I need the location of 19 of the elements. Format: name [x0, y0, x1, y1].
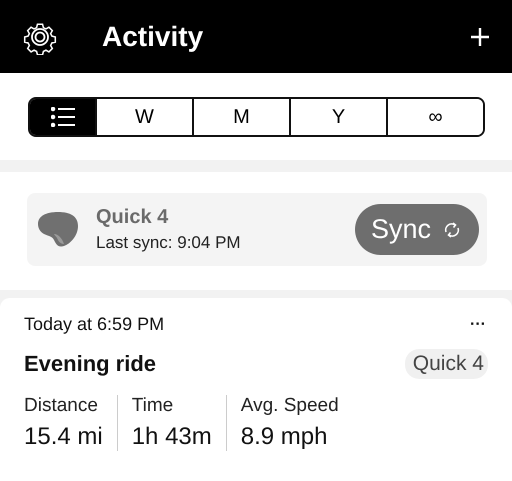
activity-time: Today at 6:59 PM — [24, 314, 164, 335]
device-name: Quick 4 — [96, 206, 168, 229]
stat-label: Time — [132, 395, 174, 417]
stat-label: Distance — [24, 395, 98, 417]
activity-title: Evening ride — [24, 351, 156, 377]
list-view-tab[interactable] — [30, 99, 95, 135]
stat-value: 8.9 mph — [240, 423, 328, 451]
list-icon — [50, 107, 74, 127]
sync-icon — [443, 222, 461, 238]
period-tab[interactable]: ∞ — [386, 99, 483, 135]
last-sync-time: Last sync: 9:04 PM — [96, 233, 241, 253]
sync-button[interactable]: Sync — [354, 204, 479, 255]
more-menu[interactable]: ··· — [470, 316, 486, 334]
stat-value: 15.4 mi — [24, 423, 103, 451]
stat-label: Avg. Speed — [240, 395, 339, 417]
add-icon[interactable] — [470, 26, 490, 46]
device-tag: Quick 4 — [404, 349, 488, 379]
stat-value: 1h 43m — [132, 423, 212, 451]
page-title: Activity — [102, 20, 204, 52]
